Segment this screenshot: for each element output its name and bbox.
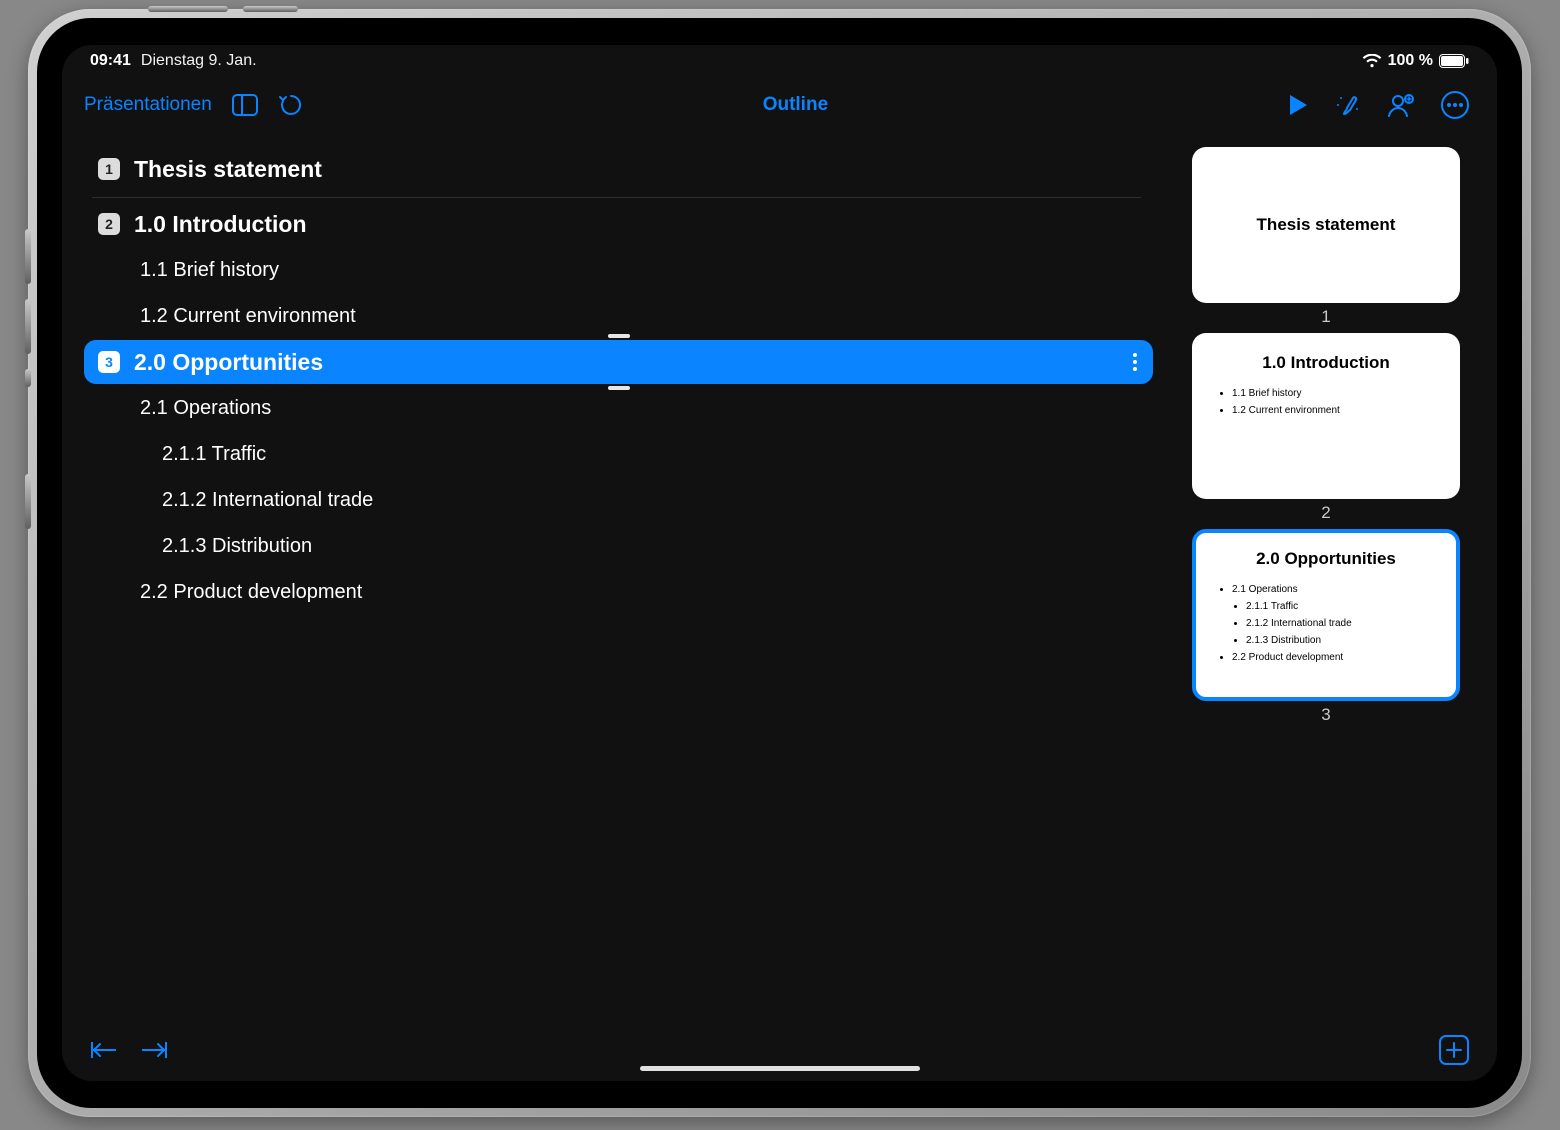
hardware-button [148, 6, 228, 12]
add-slide-button[interactable] [1439, 1035, 1469, 1065]
thumb-bullets: 1.1 Brief history 1.2 Current environmen… [1214, 385, 1438, 419]
collaborate-icon[interactable] [1387, 92, 1415, 118]
back-button[interactable]: Präsentationen [84, 94, 212, 116]
outline-body-text: 1.1 Brief history [140, 259, 279, 282]
hardware-button [243, 6, 298, 12]
slide-thumbnail[interactable]: Thesis statement [1192, 147, 1460, 303]
drag-handle-icon[interactable] [608, 386, 630, 390]
outline-slide-title[interactable]: 2 1.0 Introduction [84, 202, 1153, 246]
sidebar-toggle-icon[interactable] [232, 94, 258, 116]
hardware-button [25, 369, 31, 387]
outline-body-text: 2.1.1 Traffic [162, 443, 266, 466]
slide-thumbnail-selected[interactable]: 2.0 Opportunities 2.1 Operations 2.1.1 T… [1192, 529, 1460, 701]
outline-panel: 1 Thesis statement 2 1.0 Introduction 1.… [84, 147, 1153, 1025]
wifi-icon [1362, 54, 1382, 68]
thumb-title: 2.0 Opportunities [1214, 549, 1438, 569]
outline-body-row[interactable]: 1.2 Current environment [84, 294, 1153, 338]
status-date: Dienstag 9. Jan. [141, 52, 257, 70]
thumbnail-panel: Thesis statement 1 1.0 Introduction 1.1 … [1177, 147, 1475, 1025]
outline-body-text: 2.1 Operations [140, 397, 271, 420]
hardware-button [25, 299, 31, 354]
outline-slide-title-selected[interactable]: 3 2.0 Opportunities [84, 340, 1153, 384]
slide-thumbnail[interactable]: 1.0 Introduction 1.1 Brief history 1.2 C… [1192, 333, 1460, 499]
outline-body-text: 1.2 Current environment [140, 305, 356, 328]
outline-body-row[interactable]: 2.2 Product development [84, 570, 1153, 614]
toolbar: Präsentationen Outline [62, 77, 1497, 133]
outline-body-row[interactable]: 1.1 Brief history [84, 248, 1153, 292]
thumb-bullets: 2.1 Operations 2.1.1 Traffic 2.1.2 Inter… [1214, 581, 1438, 666]
undo-icon[interactable] [278, 92, 304, 118]
outline-body-row[interactable]: 2.1.2 International trade [84, 478, 1153, 522]
outline-body-text: 2.1.2 International trade [162, 489, 373, 512]
outline-body-row[interactable]: 2.1.3 Distribution [84, 524, 1153, 568]
hardware-button [25, 229, 31, 284]
slide-badge: 1 [98, 158, 120, 180]
divider [92, 197, 1141, 198]
outline-slide-title[interactable]: 1 Thesis statement [84, 147, 1153, 191]
outline-title-text: Thesis statement [134, 156, 322, 183]
slide-badge: 2 [98, 213, 120, 235]
thumb-number: 1 [1321, 307, 1330, 327]
thumb-title: 1.0 Introduction [1214, 353, 1438, 373]
drag-handle-icon[interactable] [608, 334, 630, 338]
outline-body-row[interactable]: 2.1 Operations [84, 386, 1153, 430]
outline-body-row[interactable]: 2.1.1 Traffic [84, 432, 1153, 476]
hardware-button [25, 474, 31, 529]
document-title[interactable]: Outline [304, 94, 1287, 116]
ipad-device-frame: 09:41 Dienstag 9. Jan. 100 % Präsentatio… [28, 9, 1531, 1117]
format-paintbrush-icon[interactable] [1335, 92, 1361, 118]
battery-icon [1439, 54, 1469, 68]
screen: 09:41 Dienstag 9. Jan. 100 % Präsentatio… [62, 45, 1497, 1081]
thumb-number: 2 [1321, 503, 1330, 523]
bottom-toolbar [62, 1025, 1497, 1081]
play-icon[interactable] [1287, 93, 1309, 117]
outline-title-text: 2.0 Opportunities [134, 349, 323, 376]
outline-title-text: 1.0 Introduction [134, 211, 307, 238]
outline-body-text: 2.1.3 Distribution [162, 535, 312, 558]
more-options-icon[interactable] [1441, 91, 1469, 119]
thumb-title: Thesis statement [1257, 215, 1396, 235]
thumb-number: 3 [1321, 705, 1330, 725]
status-time: 09:41 [90, 52, 131, 70]
status-bar: 09:41 Dienstag 9. Jan. 100 % [62, 45, 1497, 77]
home-indicator[interactable] [640, 1066, 920, 1071]
status-battery-level: 100 % [1388, 52, 1433, 70]
slide-badge: 3 [98, 351, 120, 373]
outline-body-text: 2.2 Product development [140, 581, 362, 604]
indent-icon[interactable] [140, 1040, 168, 1060]
outdent-icon[interactable] [90, 1040, 118, 1060]
row-more-icon[interactable] [1129, 349, 1141, 375]
